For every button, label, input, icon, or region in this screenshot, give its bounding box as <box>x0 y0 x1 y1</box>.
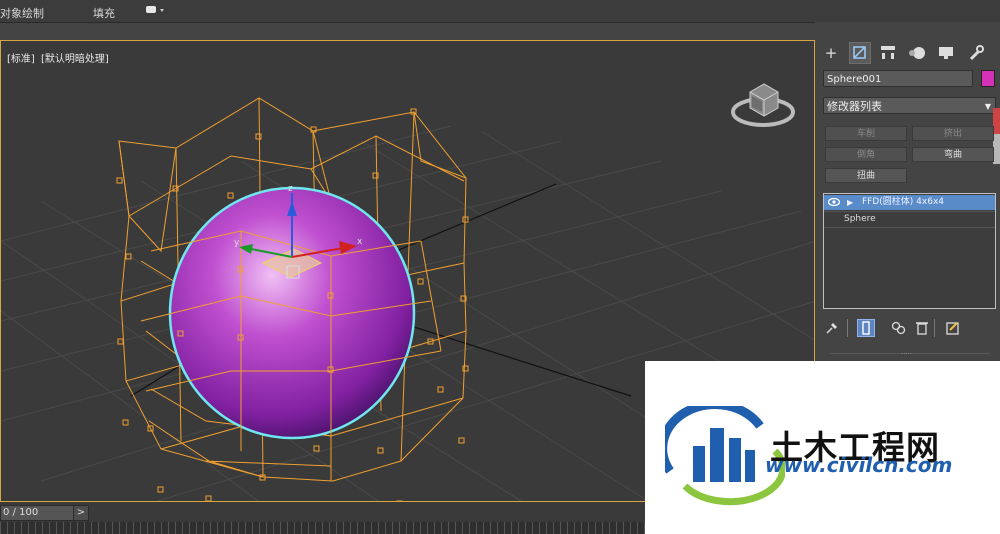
configure-sets-icon[interactable] <box>944 319 962 337</box>
extrude-button[interactable]: 挤出 <box>912 126 994 141</box>
pin-stack-icon[interactable] <box>823 319 841 337</box>
stack-item-sphere-label: Sphere <box>844 214 876 224</box>
modifier-stack[interactable]: ▶ FFD(圆柱体) 4x6x4 Sphere <box>823 193 996 309</box>
next-frame-button[interactable]: > <box>73 505 89 521</box>
hierarchy-icon <box>881 46 895 59</box>
fill-label[interactable]: 填充 <box>93 5 115 21</box>
trash-icon[interactable] <box>913 319 931 337</box>
viewcube[interactable] <box>728 74 798 134</box>
axis-label-y: y <box>234 238 240 248</box>
fill-dropdown[interactable] <box>146 4 164 16</box>
stack-item-ffd-label: FFD(圆柱体) 4x6x4 <box>862 197 944 207</box>
plus-icon: + <box>824 44 838 62</box>
expand-triangle-icon[interactable]: ▶ <box>847 195 853 210</box>
modifier-list-label: 修改器列表 <box>827 100 882 113</box>
tool-separator <box>847 319 848 337</box>
scroll-indicator-thumb[interactable] <box>993 134 1000 164</box>
display-tab[interactable] <box>935 42 957 64</box>
axis-label-z: z <box>288 184 293 194</box>
wrench-icon <box>969 45 984 61</box>
modify-icon <box>853 46 866 59</box>
stack-item-ffd[interactable]: ▶ FFD(圆柱体) 4x6x4 <box>824 195 995 210</box>
object-name-field[interactable]: Sphere001 <box>823 70 973 87</box>
rollout-grip[interactable]: ..... <box>901 348 912 356</box>
frame-counter[interactable]: 0 / 100 <box>0 505 74 521</box>
scroll-indicator[interactable] <box>993 108 1000 134</box>
object-color-swatch[interactable] <box>981 70 995 87</box>
tool-separator-2 <box>934 319 935 337</box>
stack-item-sphere[interactable]: Sphere <box>824 211 995 228</box>
modify-tab[interactable] <box>849 42 871 64</box>
utilities-tab[interactable] <box>965 42 987 64</box>
dropdown-arrow-icon: ▼ <box>984 102 991 111</box>
top-toolbar: 对象绘制 填充 <box>0 0 1000 23</box>
create-tab[interactable]: + <box>820 42 842 64</box>
watermark-url: www.civilcn.com <box>765 453 953 477</box>
speech-bubble-icon <box>146 6 164 13</box>
twist-button[interactable]: 扭曲 <box>825 168 907 183</box>
make-unique-icon[interactable] <box>890 319 908 337</box>
axis-label-x: x <box>357 237 363 247</box>
motion-icon <box>909 47 925 59</box>
modifier-list-dropdown[interactable]: 修改器列表 ▼ <box>823 97 996 114</box>
show-end-result-icon[interactable] <box>857 319 875 337</box>
hierarchy-tab[interactable] <box>877 42 899 64</box>
watermark-overlay: 土木工程网 www.civilcn.com <box>645 361 1000 534</box>
object-paint-label[interactable]: 对象绘制 <box>0 5 44 21</box>
lathe-button[interactable]: 车削 <box>825 126 907 141</box>
motion-tab[interactable] <box>906 42 928 64</box>
monitor-icon <box>939 47 953 59</box>
viewcube-icon <box>731 83 795 127</box>
chamfer-button[interactable]: 倒角 <box>825 147 907 162</box>
bend-button[interactable]: 弯曲 <box>912 147 994 162</box>
